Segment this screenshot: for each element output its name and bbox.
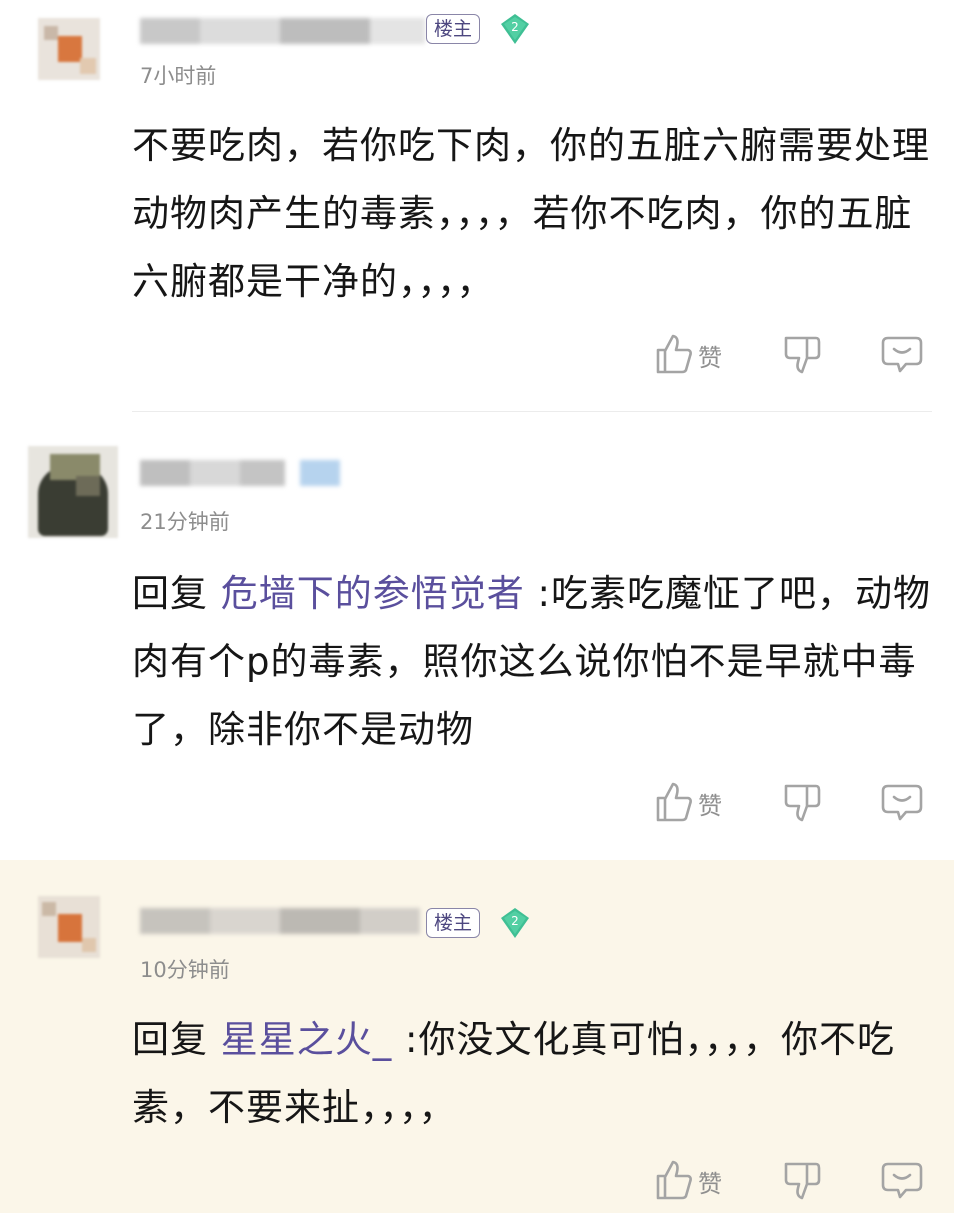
- dislike-button[interactable]: [782, 780, 822, 824]
- timestamp: 7小时前: [140, 64, 217, 88]
- mention-link[interactable]: 危墙下的参悟觉者: [221, 572, 525, 615]
- reply-prefix: 回复: [132, 1018, 208, 1061]
- timestamp: 10分钟前: [140, 958, 230, 982]
- dislike-button[interactable]: [782, 1158, 822, 1202]
- comment-bubble-icon: [881, 1162, 923, 1199]
- comment-bubble-icon: [881, 784, 923, 821]
- mention-link[interactable]: 星星之火_: [221, 1018, 393, 1061]
- comment-text: 不要吃肉，若你吃下肉，你的五脏六腑需要处理动物肉产生的毒素，，，，若你不吃肉，你…: [132, 112, 932, 316]
- avatar[interactable]: [38, 896, 100, 958]
- level-number: 2: [511, 914, 519, 928]
- thumbs-down-icon: [784, 336, 821, 374]
- like-button[interactable]: 赞: [654, 1158, 744, 1202]
- owner-badge: 楼主: [426, 14, 481, 44]
- comment-body: 不要吃肉，若你吃下肉，你的五脏六腑需要处理动物肉产生的毒素，，，，若你不吃肉，你…: [132, 124, 930, 303]
- like-label: 赞: [698, 344, 722, 372]
- username-blurred[interactable]: [140, 18, 430, 44]
- like-label: 赞: [698, 792, 722, 820]
- comment-actions: 赞: [654, 780, 924, 824]
- level-number: 2: [511, 20, 519, 34]
- reply-button[interactable]: [880, 780, 924, 824]
- comment-bubble-icon: [881, 336, 923, 373]
- dislike-button[interactable]: [782, 332, 822, 376]
- thumbs-down-icon: [784, 784, 821, 822]
- comment-item: 楼主 2 7小时前 不要吃肉，若你吃下肉，你的五脏六腑需要处理动物肉产生的毒素，…: [0, 0, 954, 412]
- thumbs-up-icon: [656, 1160, 692, 1200]
- comment-text: 回复 危墙下的参悟觉者 :吃素吃魔怔了吧，动物肉有个p的毒素，照你这么说你怕不是…: [132, 560, 932, 764]
- like-button[interactable]: 赞: [654, 332, 744, 376]
- thumbs-up-icon: [656, 334, 692, 374]
- diamond-level-icon: 2: [501, 908, 529, 938]
- like-label: 赞: [698, 1170, 722, 1198]
- comment-text: 回复 星星之火_ :你没文化真可怕，，，，你不吃素，不要来扯，，，，: [132, 1006, 932, 1142]
- avatar[interactable]: [28, 446, 118, 538]
- thumbs-up-icon: [656, 782, 692, 822]
- reply-button[interactable]: [880, 332, 924, 376]
- comment-item-highlighted: 楼主 2 10分钟前 回复 星星之火_ :你没文化真可怕，，，，你不吃素，不要来…: [0, 860, 954, 1213]
- timestamp: 21分钟前: [140, 510, 230, 534]
- avatar[interactable]: [38, 18, 100, 80]
- like-button[interactable]: 赞: [654, 780, 744, 824]
- thumbs-down-icon: [784, 1162, 821, 1200]
- comment-actions: 赞: [654, 332, 924, 376]
- comment-item: 21分钟前 回复 危墙下的参悟觉者 :吃素吃魔怔了吧，动物肉有个p的毒素，照你这…: [0, 412, 954, 860]
- diamond-level-icon: 2: [501, 14, 529, 44]
- username-blurred[interactable]: [140, 908, 420, 934]
- comment-actions: 赞: [654, 1158, 924, 1202]
- username-blurred[interactable]: [140, 460, 340, 486]
- reply-button[interactable]: [880, 1158, 924, 1202]
- reply-prefix: 回复: [132, 572, 208, 615]
- owner-badge: 楼主: [426, 908, 481, 938]
